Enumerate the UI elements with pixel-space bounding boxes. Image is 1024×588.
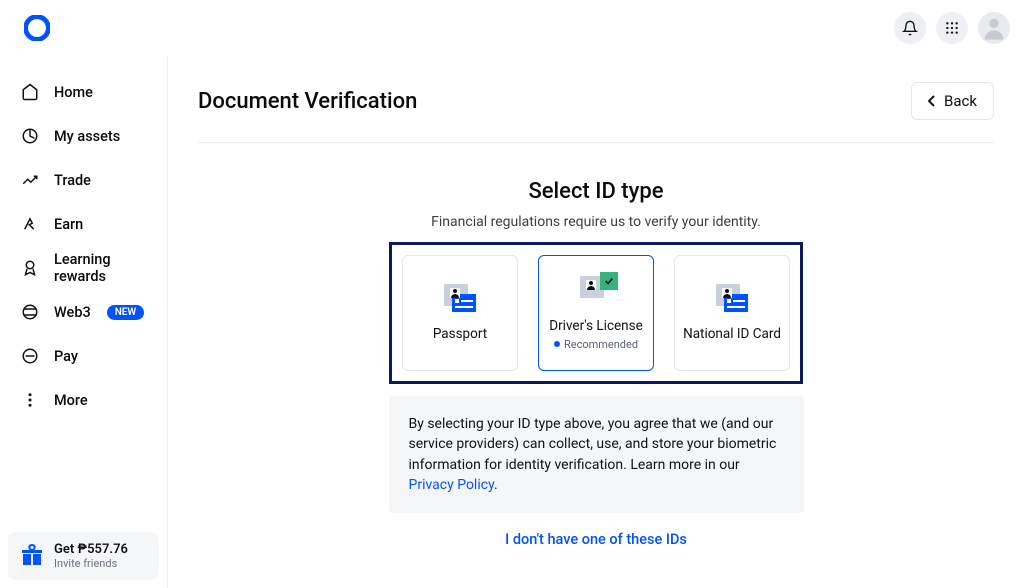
top-actions xyxy=(894,12,1010,44)
sidebar-item-pay[interactable]: Pay xyxy=(0,334,167,378)
sidebar-item-label: Earn xyxy=(54,216,83,233)
recommended-label: Recommended xyxy=(554,338,638,351)
sidebar-item-web3[interactable]: Web3 NEW xyxy=(0,290,167,334)
page-header: Document Verification Back xyxy=(198,82,994,143)
sidebar-item-earn[interactable]: Earn xyxy=(0,202,167,246)
sidebar-item-home[interactable]: Home xyxy=(0,70,167,114)
sidebar-item-label: My assets xyxy=(54,128,120,145)
sidebar-item-label: Web3 xyxy=(54,304,91,321)
main: Document Verification Back Select ID typ… xyxy=(168,56,1024,588)
avatar[interactable] xyxy=(978,12,1010,44)
sidebar-item-rewards[interactable]: Learning rewards xyxy=(0,246,167,290)
logo[interactable] xyxy=(24,15,50,41)
new-badge: NEW xyxy=(107,305,145,320)
gift-icon xyxy=(20,544,44,568)
sidebar-item-label: Trade xyxy=(54,172,91,189)
id-option-national-id[interactable]: National ID Card xyxy=(674,255,790,371)
privacy-policy-link[interactable]: Privacy Policy xyxy=(409,477,494,493)
id-option-drivers-license[interactable]: Driver's License Recommended xyxy=(538,255,654,371)
earn-icon xyxy=(20,214,40,234)
sidebar-item-trade[interactable]: Trade xyxy=(0,158,167,202)
verify-subheading: Financial regulations require us to veri… xyxy=(431,214,761,230)
id-card-icon xyxy=(580,276,612,304)
id-option-label: Passport xyxy=(433,326,487,342)
verify-heading: Select ID type xyxy=(528,179,663,204)
sidebar-item-more[interactable]: More xyxy=(0,378,167,422)
check-icon xyxy=(600,272,618,290)
sidebar-item-label: More xyxy=(54,392,88,409)
trade-icon xyxy=(20,170,40,190)
more-icon xyxy=(20,390,40,410)
home-icon xyxy=(20,82,40,102)
id-options: Passport Driver's License Recommended xyxy=(402,255,790,371)
invite-card[interactable]: Get ₱557.76 Invite friends xyxy=(8,532,159,580)
assets-icon xyxy=(20,126,40,146)
notifications-button[interactable] xyxy=(894,12,926,44)
no-id-link[interactable]: I don't have one of these IDs xyxy=(505,531,687,548)
apps-button[interactable] xyxy=(936,12,968,44)
id-option-passport[interactable]: Passport xyxy=(402,255,518,371)
chevron-left-icon xyxy=(928,95,936,107)
sidebar: Home My assets Trade Earn Learning rewar… xyxy=(0,56,168,588)
disclosure-text: By selecting your ID type above, you agr… xyxy=(389,396,804,513)
sidebar-item-label: Home xyxy=(54,84,93,101)
verify-panel: Select ID type Financial regulations req… xyxy=(198,179,994,548)
sidebar-item-assets[interactable]: My assets xyxy=(0,114,167,158)
invite-title: Get ₱557.76 xyxy=(54,542,128,557)
sidebar-item-label: Learning rewards xyxy=(54,251,147,285)
dot-icon xyxy=(554,341,560,347)
rewards-icon xyxy=(20,258,40,278)
id-option-label: National ID Card xyxy=(683,326,781,342)
id-card-icon xyxy=(716,284,748,312)
page-title: Document Verification xyxy=(198,89,417,114)
back-label: Back xyxy=(944,92,977,110)
id-option-label: Driver's License xyxy=(549,318,643,334)
invite-subtitle: Invite friends xyxy=(54,557,128,570)
sidebar-item-label: Pay xyxy=(54,348,78,365)
invite-text: Get ₱557.76 Invite friends xyxy=(54,542,128,570)
pay-icon xyxy=(20,346,40,366)
id-card-icon xyxy=(444,284,476,312)
back-button[interactable]: Back xyxy=(911,82,994,120)
web3-icon xyxy=(20,302,40,322)
nav: Home My assets Trade Earn Learning rewar… xyxy=(0,70,167,524)
id-options-frame: Passport Driver's License Recommended xyxy=(389,242,803,384)
top-bar xyxy=(0,0,1024,56)
